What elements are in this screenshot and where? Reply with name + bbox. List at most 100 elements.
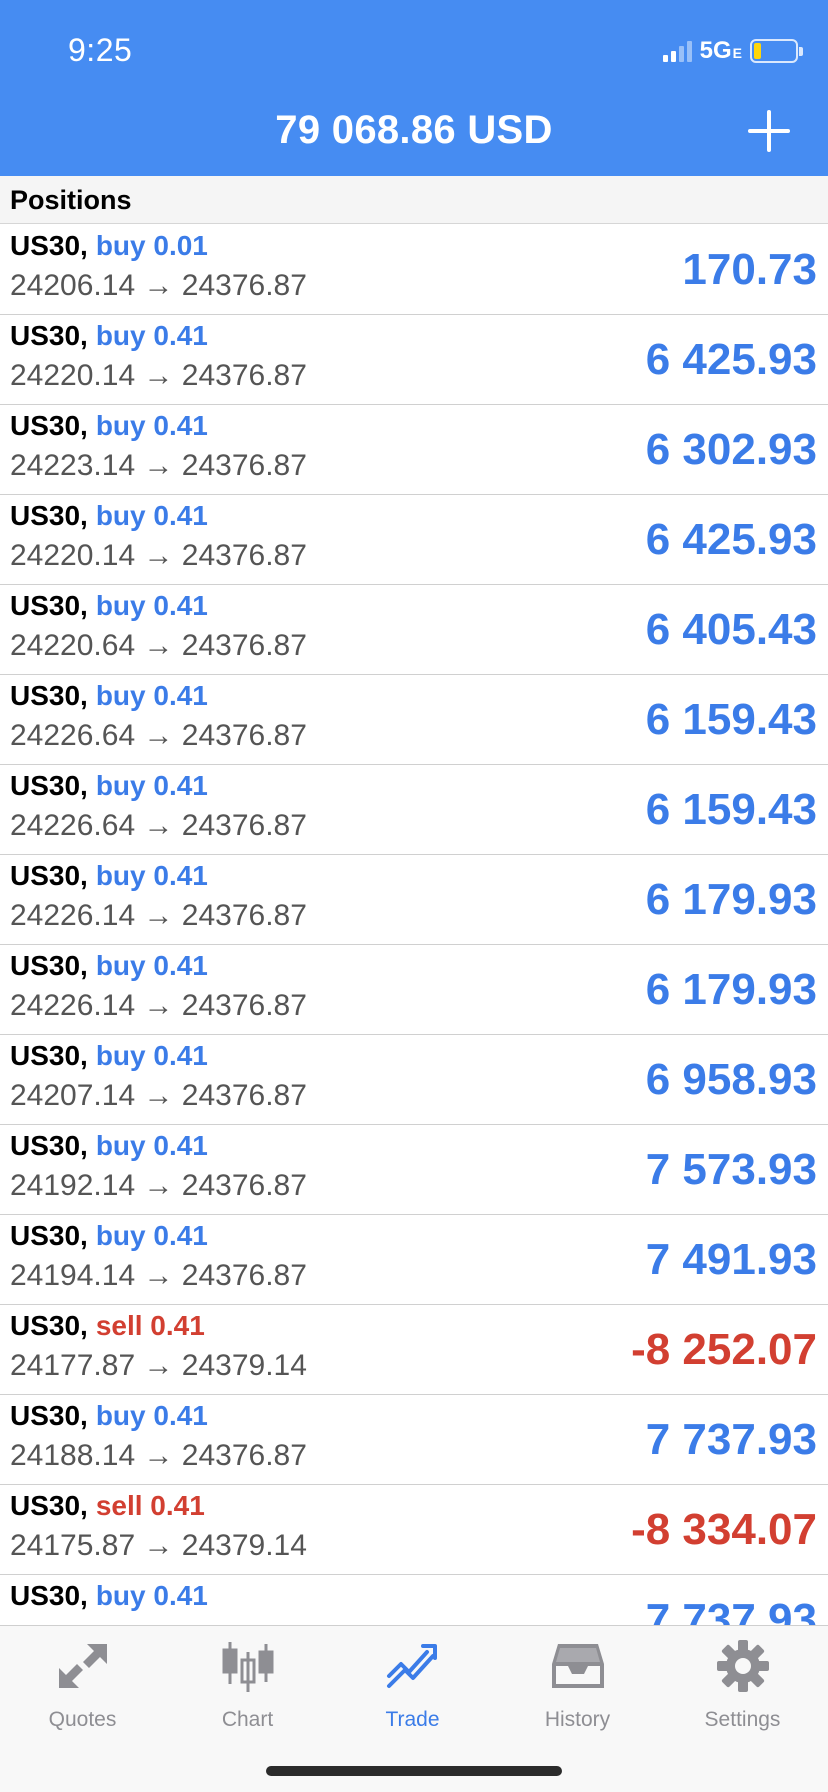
new-order-button[interactable] — [748, 110, 790, 152]
position-profit: 6 425.93 — [645, 515, 817, 564]
position-symbol: US30, — [10, 230, 88, 261]
position-row[interactable]: US30, sell 0.41 24175.87 → 24379.14 -8 334.… — [0, 1485, 828, 1575]
position-title: US30, buy 0.41 — [10, 410, 208, 442]
position-prices: 24192.14 → 24376.87 — [10, 1169, 307, 1202]
position-row[interactable]: US30, buy 0.41 24223.14 → 24376.87 6 302.93 — [0, 405, 828, 495]
network-indicator: 5GE — [699, 37, 742, 64]
position-side: buy 0.41 — [95, 590, 208, 621]
position-side: sell 0.41 — [95, 1490, 205, 1521]
position-title: US30, buy 0.41 — [10, 860, 208, 892]
signal-strength-icon — [662, 40, 692, 62]
position-profit: 7 737.93 — [645, 1415, 817, 1464]
position-prices: 24206.14 → 24376.87 — [10, 269, 307, 302]
position-profit: 6 179.93 — [645, 875, 817, 924]
position-symbol: US30, — [10, 950, 88, 981]
position-row[interactable]: US30, buy 0.41 24220.14 → 24376.87 6 425.93 — [0, 315, 828, 405]
position-row[interactable]: US30, buy 0.41 24226.14 → 24376.87 6 179.93 — [0, 945, 828, 1035]
position-prices: 24226.14 → 24376.87 — [10, 989, 307, 1022]
position-profit: 170.73 — [682, 245, 817, 294]
status-bar: 9:25 5GE — [0, 0, 828, 100]
status-time: 9:25 — [68, 32, 133, 68]
position-symbol: US30, — [10, 1220, 88, 1251]
position-prices: 24220.14 → 24376.87 — [10, 539, 307, 572]
trade-screen: 9:25 5GE 79 068.86 USD Positions US30, b… — [0, 0, 828, 1792]
position-symbol: US30, — [10, 680, 88, 711]
position-title: US30, buy 0.41 — [10, 770, 208, 802]
position-symbol: US30, — [10, 1490, 88, 1521]
position-side: buy 0.41 — [95, 410, 208, 441]
position-symbol: US30, — [10, 320, 88, 351]
position-symbol: US30, — [10, 1130, 88, 1161]
position-symbol: US30, — [10, 410, 88, 441]
position-row[interactable]: US30, buy 0.41 7 737.93 — [0, 1575, 828, 1625]
position-symbol: US30, — [10, 770, 88, 801]
position-row[interactable]: US30, buy 0.41 24220.14 → 24376.87 6 425.93 — [0, 495, 828, 585]
position-prices: 24175.87 → 24379.14 — [10, 1529, 307, 1562]
position-side: buy 0.41 — [95, 950, 208, 981]
settings-icon — [716, 1640, 769, 1692]
position-symbol: US30, — [10, 1580, 88, 1611]
position-row[interactable]: US30, buy 0.41 24226.64 → 24376.87 6 159.43 — [0, 675, 828, 765]
tab-history[interactable]: History — [495, 1626, 660, 1746]
history-icon — [551, 1644, 604, 1688]
position-row[interactable]: US30, buy 0.41 24220.64 → 24376.87 6 405.43 — [0, 585, 828, 675]
section-title: Positions — [10, 185, 132, 215]
position-profit: 6 425.93 — [645, 335, 817, 384]
position-symbol: US30, — [10, 1310, 88, 1341]
position-row[interactable]: US30, buy 0.41 24194.14 → 24376.87 7 491.93 — [0, 1215, 828, 1305]
position-profit: 7 737.93 — [645, 1595, 817, 1625]
position-title: US30, sell 0.41 — [10, 1490, 205, 1522]
position-title: US30, buy 0.41 — [10, 1130, 208, 1162]
section-header: Positions — [0, 176, 828, 224]
position-side: buy 0.41 — [95, 1580, 208, 1611]
position-row[interactable]: US30, buy 0.41 24188.14 → 24376.87 7 737.93 — [0, 1395, 828, 1485]
position-row[interactable]: US30, buy 0.41 24226.14 → 24376.87 6 179.93 — [0, 855, 828, 945]
position-side: buy 0.41 — [95, 500, 208, 531]
position-profit: 6 405.43 — [645, 605, 817, 654]
tab-quotes[interactable]: Quotes — [0, 1626, 165, 1746]
position-title: US30, sell 0.41 — [10, 1310, 205, 1342]
position-row[interactable]: US30, buy 0.41 24226.64 → 24376.87 6 159.43 — [0, 765, 828, 855]
position-symbol: US30, — [10, 1400, 88, 1431]
position-prices: 24226.14 → 24376.87 — [10, 899, 307, 932]
position-title: US30, buy 0.41 — [10, 1040, 208, 1072]
tab-trade[interactable]: Trade — [330, 1626, 495, 1746]
position-profit: 7 491.93 — [645, 1235, 817, 1284]
position-title: US30, buy 0.41 — [10, 1220, 208, 1252]
position-title: US30, buy 0.41 — [10, 1400, 208, 1432]
position-title: US30, buy 0.41 — [10, 500, 208, 532]
position-profit: 6 179.93 — [645, 965, 817, 1014]
account-balance: 79 068.86 USD — [275, 108, 553, 152]
position-prices: 24207.14 → 24376.87 — [10, 1079, 307, 1112]
position-prices: 24220.14 → 24376.87 — [10, 359, 307, 392]
top-bar: 9:25 5GE 79 068.86 USD — [0, 0, 828, 176]
position-title: US30, buy 0.41 — [10, 1580, 208, 1612]
position-side: buy 0.41 — [95, 1130, 208, 1161]
position-profit: -8 252.07 — [631, 1325, 817, 1374]
position-side: buy 0.01 — [95, 230, 208, 261]
position-profit: 6 302.93 — [645, 425, 817, 474]
position-side: sell 0.41 — [95, 1310, 205, 1341]
position-side: buy 0.41 — [95, 1400, 208, 1431]
tab-chart[interactable]: Chart — [165, 1626, 330, 1746]
position-row[interactable]: US30, buy 0.01 24206.14 → 24376.87 170.73 — [0, 225, 828, 315]
tab-settings[interactable]: Settings — [660, 1626, 825, 1746]
position-profit: 6 159.43 — [645, 785, 817, 834]
positions-list[interactable]: US30, buy 0.01 24206.14 → 24376.87 170.73 US… — [0, 225, 828, 1625]
position-prices: 24223.14 → 24376.87 — [10, 449, 307, 482]
position-symbol: US30, — [10, 860, 88, 891]
position-row[interactable]: US30, buy 0.41 24207.14 → 24376.87 6 958.93 — [0, 1035, 828, 1125]
position-symbol: US30, — [10, 590, 88, 621]
position-side: buy 0.41 — [95, 770, 208, 801]
position-prices: 24220.64 → 24376.87 — [10, 629, 307, 662]
position-symbol: US30, — [10, 1040, 88, 1071]
position-row[interactable]: US30, buy 0.41 24192.14 → 24376.87 7 573.93 — [0, 1125, 828, 1215]
position-profit: -8 334.07 — [631, 1505, 817, 1554]
home-indicator — [266, 1766, 562, 1776]
position-profit: 6 159.43 — [645, 695, 817, 744]
position-row[interactable]: US30, sell 0.41 24177.87 → 24379.14 -8 252.… — [0, 1305, 828, 1395]
battery-icon — [750, 39, 803, 63]
position-title: US30, buy 0.41 — [10, 950, 208, 982]
position-profit: 6 958.93 — [645, 1055, 817, 1104]
position-title: US30, buy 0.41 — [10, 320, 208, 352]
